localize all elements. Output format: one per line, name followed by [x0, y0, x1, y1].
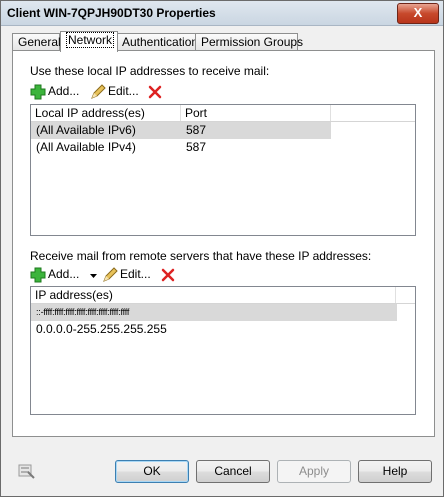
tab-general[interactable]: General	[12, 33, 61, 51]
column-ip-address[interactable]: IP address(es)	[31, 287, 396, 303]
red-x-icon	[148, 85, 162, 99]
port-cell: 587	[186, 140, 207, 154]
pencil-icon	[91, 84, 106, 99]
remote-remove-button[interactable]	[160, 265, 176, 283]
tab-authentication-label: Authentication	[122, 35, 199, 49]
remote-list-header: IP address(es)	[31, 287, 415, 304]
remote-ip-list[interactable]: IP address(es) ::-ffff:ffff:ffff:ffff:ff…	[30, 286, 416, 415]
local-edit-button[interactable]: Edit...	[90, 82, 139, 100]
help-button[interactable]: Help	[358, 460, 432, 483]
tab-permission-groups-label: Permission Groups	[201, 35, 304, 49]
properties-icon	[18, 463, 36, 479]
table-row[interactable]: (All Available IPv4) 587	[31, 139, 331, 156]
remote-toolbar: Add... Edit...	[30, 265, 230, 283]
chevron-down-icon	[90, 273, 97, 278]
local-remove-button[interactable]	[147, 82, 163, 100]
title-bar: Client WIN-7QPJH90DT30 Properties X	[1, 1, 443, 26]
local-ip-heading: Use these local IP addresses to receive …	[30, 64, 270, 78]
apply-button[interactable]: Apply	[277, 460, 351, 483]
port-cell: 587	[186, 123, 207, 137]
local-edit-label: Edit...	[108, 84, 139, 98]
local-ip-list[interactable]: Local IP address(es) Port (All Available…	[30, 104, 416, 236]
remote-edit-label: Edit...	[120, 267, 151, 281]
tab-general-label: General	[18, 35, 61, 49]
properties-dialog: Client WIN-7QPJH90DT30 Properties X Gene…	[0, 0, 444, 497]
remote-add-button[interactable]: Add...	[30, 265, 79, 283]
remote-edit-button[interactable]: Edit...	[102, 265, 151, 283]
cancel-button[interactable]: Cancel	[196, 460, 270, 483]
local-ip-cell: (All Available IPv4)	[36, 140, 136, 154]
local-ip-cell: (All Available IPv6)	[36, 123, 136, 137]
remote-ip-cell: ::-ffff:ffff:ffff:ffff:ffff:ffff:ffff:ff…	[36, 307, 130, 317]
remote-ip-heading: Receive mail from remote servers that ha…	[30, 249, 372, 263]
ok-button[interactable]: OK	[115, 460, 189, 483]
close-button[interactable]: X	[397, 3, 439, 24]
remote-add-label: Add...	[48, 267, 80, 281]
local-toolbar: Add... Edit...	[30, 82, 230, 100]
tab-network-label: Network	[66, 32, 115, 48]
tab-permission-groups[interactable]: Permission Groups	[195, 33, 303, 51]
network-tab-page: Use these local IP addresses to receive …	[12, 50, 435, 437]
tab-authentication[interactable]: Authentication	[116, 33, 199, 51]
red-x-icon	[161, 268, 175, 282]
table-row[interactable]: ::-ffff:ffff:ffff:ffff:ffff:ffff:ffff:ff…	[31, 304, 397, 321]
local-add-button[interactable]: Add...	[30, 82, 79, 100]
column-port[interactable]: Port	[181, 105, 331, 121]
remote-add-dropdown[interactable]	[90, 265, 97, 283]
window-title: Client WIN-7QPJH90DT30 Properties	[7, 6, 216, 20]
local-add-label: Add...	[48, 84, 80, 98]
table-row[interactable]: 0.0.0.0-255.255.255.255	[31, 321, 397, 338]
green-plus-icon	[30, 84, 46, 100]
remote-ip-cell: 0.0.0.0-255.255.255.255	[36, 322, 167, 336]
close-icon: X	[413, 5, 423, 20]
pencil-icon	[103, 267, 118, 282]
green-plus-icon	[30, 267, 46, 283]
tab-network[interactable]: Network	[60, 31, 118, 52]
table-row[interactable]: (All Available IPv6) 587	[31, 122, 331, 139]
local-list-header: Local IP address(es) Port	[31, 105, 415, 122]
column-local-ip[interactable]: Local IP address(es)	[31, 105, 181, 121]
